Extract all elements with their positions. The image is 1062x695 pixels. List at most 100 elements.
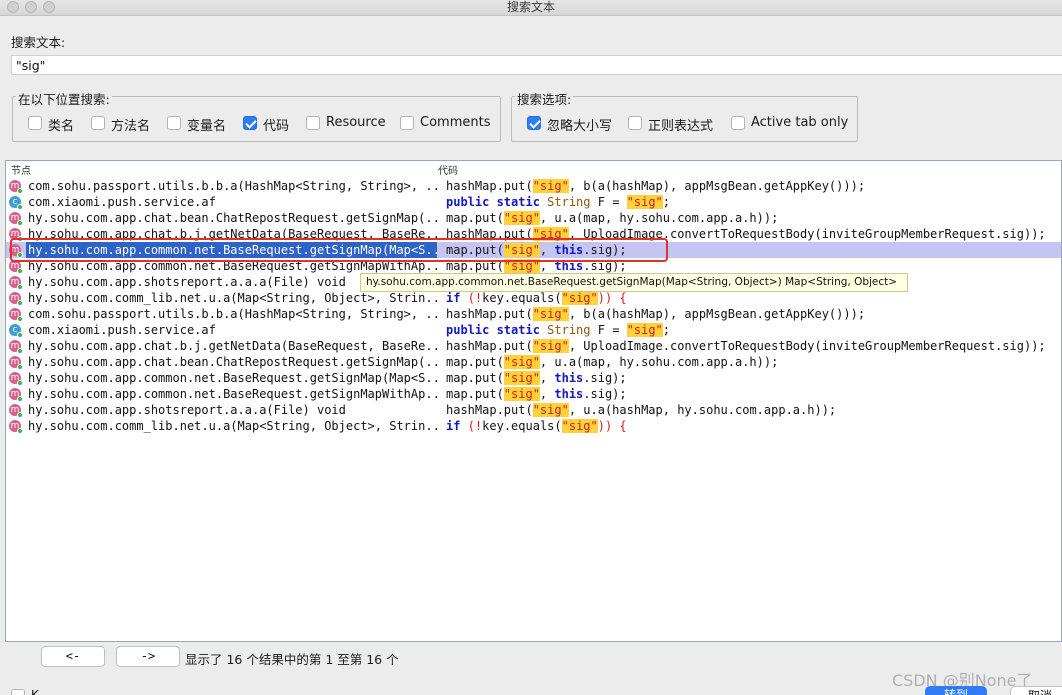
row-node-text: com.xiaomi.push.service.af	[28, 323, 216, 337]
code-token: public static	[446, 195, 548, 209]
next-page-button[interactable]: ->	[116, 646, 180, 667]
row-code-text: if (!key.equals("sig")) {	[446, 418, 627, 434]
search-location-title: 在以下位置搜索:	[16, 89, 112, 108]
table-row[interactable]: m hy.sohu.com.comm_lib.net.u.a(Map<String…	[6, 418, 1061, 434]
row-code-text: map.put("sig", u.a(map, hy.sohu.com.app.…	[446, 210, 778, 226]
code-token: this	[554, 371, 584, 385]
row-code-text: public static String F = "sig";	[446, 194, 670, 210]
search-input[interactable]	[11, 55, 1062, 75]
method-icon: m	[9, 308, 23, 322]
table-row[interactable]: m hy.sohu.com.app.common.net.BaseRequest.…	[6, 370, 1061, 386]
code-token: "sig"	[561, 291, 598, 305]
prev-page-button[interactable]: <-	[41, 646, 105, 667]
table-row[interactable]: m hy.sohu.com.app.shotsreport.a.a.a(File)…	[6, 402, 1061, 418]
code-token: if	[446, 419, 461, 433]
code-token: map.put(	[446, 355, 504, 369]
row-node-text: hy.sohu.com.app.common.net.BaseRequest.g…	[28, 371, 437, 385]
code-token: "sig"	[532, 339, 569, 353]
location-checkbox-label: 代码	[263, 119, 290, 134]
code-token: "sig"	[532, 179, 569, 193]
row-node-text: hy.sohu.com.app.chat.bean.ChatRepostRequ…	[28, 355, 437, 369]
code-token: map.put(	[446, 371, 504, 385]
table-row[interactable]: c com.xiaomi.push.service.af public static…	[6, 194, 1061, 210]
code-token: "sig"	[532, 307, 569, 321]
option-checkbox-0[interactable]	[527, 116, 541, 130]
code-token: public static	[446, 323, 548, 337]
goto-button[interactable]: 转到	[925, 686, 987, 695]
location-checkbox-2[interactable]	[167, 116, 181, 130]
code-token: "sig"	[561, 419, 598, 433]
row-node-text: hy.sohu.com.comm_lib.net.u.a(Map<String,…	[28, 291, 437, 305]
table-row[interactable]: m hy.sohu.com.app.chat.bean.ChatRepostReq…	[6, 210, 1061, 226]
table-row[interactable]: m com.sohu.passport.utils.b.b.a(HashMap<S…	[6, 178, 1061, 194]
table-row[interactable]: m hy.sohu.com.app.chat.b.j.getNetData(Bas…	[6, 338, 1061, 354]
location-checkbox-label: Comments	[420, 115, 491, 130]
code-token: .sig);	[583, 371, 627, 385]
search-label: 搜索文本:	[11, 35, 66, 50]
row-code-text: if (!key.equals("sig")) {	[446, 290, 627, 306]
option-checkbox-2[interactable]	[731, 116, 745, 130]
option-checkbox-label: Active tab only	[751, 115, 849, 130]
table-row[interactable]: m hy.sohu.com.app.chat.bean.ChatRepostReq…	[6, 354, 1061, 370]
row-node-text: com.xiaomi.push.service.af	[28, 195, 216, 209]
code-token: hashMap.put(	[446, 179, 533, 193]
table-row[interactable]: m hy.sohu.com.app.common.net.BaseRequest.…	[6, 386, 1061, 402]
cancel-button[interactable]: 取消	[1010, 686, 1062, 695]
row-code-text: hashMap.put("sig", u.a(hashMap, hy.sohu.…	[446, 402, 836, 418]
code-token: String	[547, 195, 591, 209]
code-token: , u.a(map, hy.sohu.com.app.a.h));	[539, 355, 779, 369]
method-icon: m	[9, 356, 23, 370]
location-checkbox-5[interactable]	[400, 116, 414, 130]
results-table[interactable]: 节点 代码 m com.sohu.passport.utils.b.b.a(Has…	[5, 160, 1062, 642]
method-icon: m	[9, 292, 23, 306]
row-code-text: map.put("sig", this.sig);	[446, 370, 627, 386]
method-icon: m	[9, 180, 23, 194]
location-checkbox-3[interactable]	[243, 116, 257, 130]
code-token: String	[547, 323, 591, 337]
code-token: , b(a(hashMap), appMsgBean.getAppKey()))…	[568, 307, 866, 321]
method-icon: m	[9, 420, 23, 434]
row-code-text: hashMap.put("sig", UploadImage.convertTo…	[446, 338, 1046, 354]
code-token: .sig);	[583, 387, 627, 401]
code-token: )) {	[597, 291, 627, 305]
code-token: "sig"	[626, 323, 663, 337]
code-token: (!	[460, 419, 483, 433]
location-checkbox-label: 类名	[48, 119, 75, 134]
row-node-text: hy.sohu.com.app.chat.b.j.getNetData(Base…	[28, 339, 437, 353]
table-row[interactable]: m hy.sohu.com.comm_lib.net.u.a(Map<String…	[6, 290, 1061, 306]
code-token: key.equals(	[482, 291, 562, 305]
code-token: "sig"	[503, 355, 540, 369]
column-header-code[interactable]: 代码	[438, 162, 458, 177]
code-token: , u.a(map, hy.sohu.com.app.a.h));	[539, 211, 779, 225]
code-token: hashMap.put(	[446, 307, 533, 321]
row-code-text: public static String F = "sig";	[446, 322, 670, 338]
code-token: , UploadImage.convertToRequestBody(invit…	[568, 339, 1046, 353]
code-token: )) {	[597, 419, 627, 433]
results-status: 显示了 16 个结果中的第 1 至第 16 个	[185, 652, 399, 667]
table-row[interactable]: m com.sohu.passport.utils.b.b.a(HashMap<S…	[6, 306, 1061, 322]
row-node-text: com.sohu.passport.utils.b.b.a(HashMap<St…	[28, 307, 437, 321]
code-token: map.put(	[446, 211, 504, 225]
table-row[interactable]: c com.xiaomi.push.service.af public static…	[6, 322, 1061, 338]
code-token: "sig"	[503, 387, 540, 401]
row-code-text: map.put("sig", u.a(map, hy.sohu.com.app.…	[446, 354, 778, 370]
code-token: F =	[590, 323, 627, 337]
code-token: , b(a(hashMap), appMsgBean.getAppKey()))…	[568, 179, 866, 193]
code-token: hashMap.put(	[446, 403, 533, 417]
location-checkbox-4[interactable]	[306, 116, 320, 130]
option-checkbox-1[interactable]	[628, 116, 642, 130]
method-icon: m	[9, 276, 23, 290]
column-header-node[interactable]: 节点	[11, 162, 31, 177]
option-checkbox-label: 正则表达式	[648, 119, 714, 134]
location-checkbox-1[interactable]	[91, 116, 105, 130]
location-checkbox-0[interactable]	[28, 116, 42, 130]
method-icon: m	[9, 404, 23, 418]
code-token: key.equals(	[482, 419, 562, 433]
bottom-checkbox[interactable]	[11, 689, 25, 695]
row-node-text: hy.sohu.com.comm_lib.net.u.a(Map<String,…	[28, 419, 437, 433]
bottom-checkbox-label: K	[31, 688, 39, 695]
row-node-text: hy.sohu.com.app.common.net.BaseRequest.g…	[28, 387, 437, 401]
tooltip: hy.sohu.com.app.common.net.BaseRequest.g…	[360, 273, 908, 292]
code-token: ;	[662, 323, 670, 337]
code-token: , u.a(hashMap, hy.sohu.com.app.a.h));	[568, 403, 837, 417]
